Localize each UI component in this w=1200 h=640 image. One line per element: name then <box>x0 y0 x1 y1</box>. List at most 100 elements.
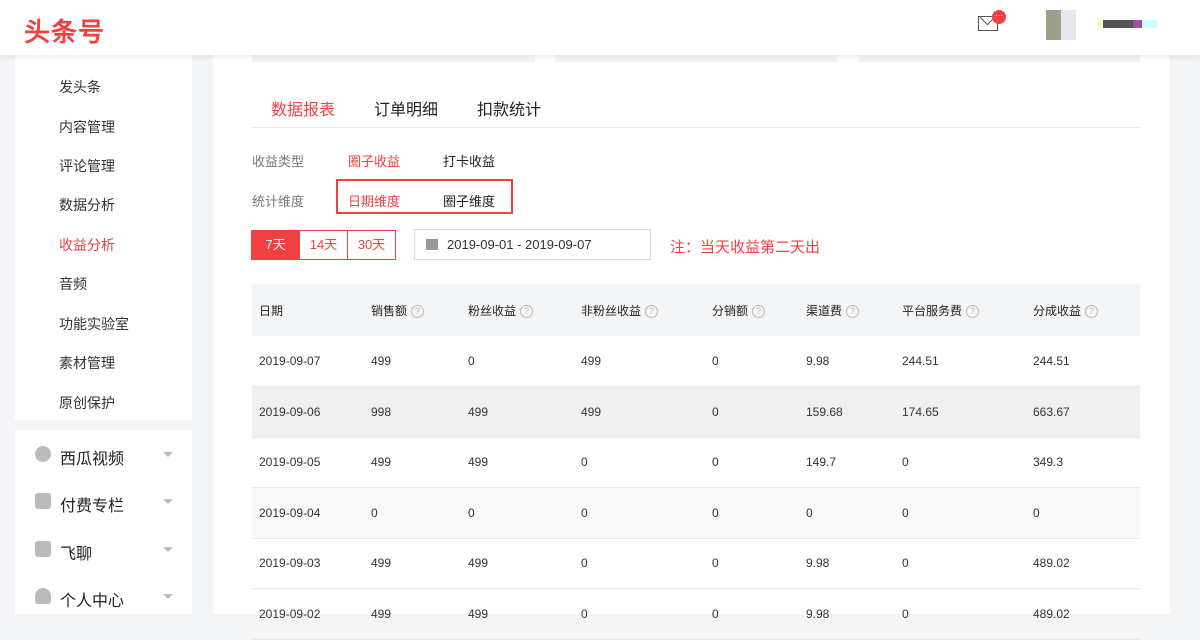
table-row: 2019-09-06 998 499 499 0 159.68 174.65 663.67 <box>252 386 1140 438</box>
sidebar-group-personal[interactable]: 个人中心 <box>15 573 192 619</box>
table-cell: 0 <box>705 386 799 438</box>
table-cell: 998 <box>364 386 461 438</box>
chevron-down-icon <box>163 499 173 509</box>
sidebar-item-post[interactable]: 发头条 <box>59 77 101 97</box>
table-cell: 489.02 <box>1026 538 1140 589</box>
notification-badge: ··· <box>992 10 1006 24</box>
table-cell: 0 <box>895 487 1026 539</box>
document-icon <box>35 493 51 509</box>
option-circle-revenue[interactable]: 圈子收益 <box>348 151 400 170</box>
note-text: 注：当天收益第二天出 <box>670 239 821 256</box>
logo[interactable]: 头条号 <box>24 12 105 49</box>
sidebar-group-xigua[interactable]: 西瓜视频 <box>15 431 192 477</box>
column-header: 日期 <box>252 284 364 336</box>
column-header: 分成收益? <box>1026 284 1140 336</box>
sidebar-item-content[interactable]: 内容管理 <box>59 117 115 137</box>
group-label: 个人中心 <box>60 593 125 610</box>
table-cell: 0 <box>895 538 1026 589</box>
help-icon[interactable]: ? <box>752 304 766 318</box>
sidebar-menu: 发头条 内容管理 评论管理 数据分析 收益分析 音频 功能实验室 素材管理 原创… <box>15 55 192 420</box>
sidebar-group-paid[interactable]: 付费专栏 <box>15 478 192 524</box>
tab-order-details[interactable]: 订单明细 <box>374 96 438 120</box>
table-cell: 0 <box>364 487 461 539</box>
table-cell: 174.65 <box>895 386 1026 438</box>
table-cell: 349.3 <box>1026 437 1140 488</box>
table-cell: 159.68 <box>799 386 895 438</box>
tab-data-report[interactable]: 数据报表 <box>271 96 335 120</box>
summary-card <box>858 55 1140 62</box>
table-cell: 2019-09-03 <box>252 538 364 589</box>
group-label: 飞聊 <box>60 546 93 563</box>
avatar[interactable] <box>1046 10 1076 40</box>
sidebar-item-lab[interactable]: 功能实验室 <box>59 314 129 334</box>
column-header: 非粉丝收益? <box>574 284 705 336</box>
help-icon[interactable]: ? <box>411 304 425 318</box>
sidebar-item-materials[interactable]: 素材管理 <box>59 353 115 373</box>
table-cell: 0 <box>461 336 574 387</box>
header-label: 日期 <box>259 303 284 318</box>
table-cell: 499 <box>574 336 705 387</box>
group-label: 西瓜视频 <box>60 451 125 468</box>
user-icon <box>35 588 51 604</box>
column-header: 渠道费? <box>799 284 895 336</box>
table-cell: 0 <box>799 487 895 539</box>
table-cell: 499 <box>461 437 574 488</box>
summary-card <box>252 55 535 62</box>
sidebar-item-revenue[interactable]: 收益分析 <box>59 235 115 255</box>
chevron-down-icon <box>163 547 173 557</box>
range-14-days-button[interactable]: 14天 <box>299 230 348 260</box>
help-icon[interactable]: ? <box>966 304 980 318</box>
table-cell: 2019-09-04 <box>252 487 364 539</box>
sidebar-groups: 西瓜视频 付费专栏 飞聊 个人中心 <box>15 430 192 614</box>
sidebar-item-analytics[interactable]: 数据分析 <box>59 195 115 215</box>
table-cell: 0 <box>705 487 799 539</box>
tab-deductions[interactable]: 扣款统计 <box>477 96 541 120</box>
column-header: 分销额? <box>705 284 799 336</box>
table-row: 2019-09-07 499 0 499 0 9.98 244.51 244.51 <box>252 336 1140 387</box>
help-icon[interactable]: ? <box>645 304 659 318</box>
header-label: 销售额 <box>371 303 408 318</box>
table-cell: 663.67 <box>1026 386 1140 438</box>
table-cell: 244.51 <box>1026 336 1140 387</box>
range-buttons: 7天 14天 30天 <box>251 230 396 260</box>
table-row: 2019-09-04 0 0 0 0 0 0 0 <box>252 487 1140 539</box>
table-cell: 0 <box>705 336 799 387</box>
dimension-label: 统计维度 <box>252 194 305 209</box>
table-cell: 499 <box>364 336 461 387</box>
sidebar-item-audio[interactable]: 音频 <box>59 274 87 294</box>
help-icon[interactable]: ? <box>1085 304 1099 318</box>
table-cell: 0 <box>574 538 705 589</box>
chevron-down-icon <box>163 452 173 462</box>
table-cell: 499 <box>364 538 461 589</box>
table-cell: 499 <box>574 386 705 438</box>
header-label: 非粉丝收益 <box>581 303 642 318</box>
header-label: 分成收益 <box>1033 303 1082 318</box>
option-checkin-revenue[interactable]: 打卡收益 <box>443 151 495 170</box>
table-cell: 499 <box>461 386 574 438</box>
header-label: 平台服务费 <box>902 303 963 318</box>
table-row: 2019-09-05 499 499 0 0 149.7 0 349.3 <box>252 437 1140 488</box>
table-cell: 0 <box>895 437 1026 488</box>
help-icon[interactable]: ? <box>520 304 534 318</box>
group-label: 付费专栏 <box>60 498 125 515</box>
table-cell: 0 <box>574 437 705 488</box>
user-name-blurred[interactable] <box>1097 20 1157 28</box>
option-date-dimension[interactable]: 日期维度 <box>348 191 400 210</box>
header-label: 分销额 <box>712 303 749 318</box>
sidebar-item-comments[interactable]: 评论管理 <box>59 156 115 176</box>
column-header: 平台服务费? <box>895 284 1026 336</box>
header-label: 粉丝收益 <box>468 303 517 318</box>
range-7-days-button[interactable]: 7天 <box>251 230 300 260</box>
video-icon <box>35 446 51 462</box>
table-cell: 0 <box>574 487 705 539</box>
table-cell: 0 <box>705 437 799 488</box>
option-circle-dimension[interactable]: 圈子维度 <box>443 191 495 210</box>
sidebar-group-feiliao[interactable]: 飞聊 <box>15 526 192 572</box>
date-range-picker[interactable]: 2019-09-01 - 2019-09-07 <box>414 229 651 260</box>
range-30-days-button[interactable]: 30天 <box>347 230 396 260</box>
table-cell: 244.51 <box>895 336 1026 387</box>
table-cell: 2019-09-06 <box>252 386 364 438</box>
table-cell: 149.7 <box>799 437 895 488</box>
help-icon[interactable]: ? <box>846 304 860 318</box>
sidebar-item-original[interactable]: 原创保护 <box>59 393 115 413</box>
